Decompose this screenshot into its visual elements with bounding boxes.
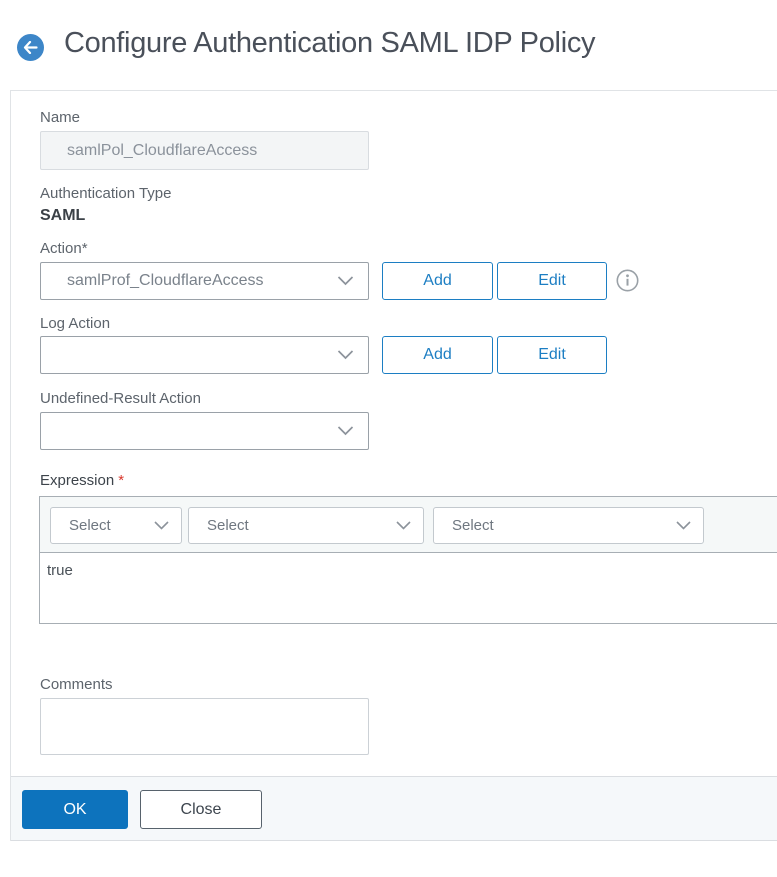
name-label: Name xyxy=(40,109,81,126)
required-asterisk: * xyxy=(118,472,125,489)
expression-toolbar: Select Select Select xyxy=(40,497,777,553)
undefined-result-action-label: Undefined-Result Action xyxy=(40,390,201,407)
expression-editor: Select Select Select true xyxy=(39,496,777,624)
log-action-add-button[interactable]: Add xyxy=(382,336,493,374)
authentication-type-label: Authentication Type xyxy=(40,185,172,202)
action-select-value: samlProf_CloudflareAccess xyxy=(67,272,264,289)
chevron-down-icon xyxy=(337,426,354,436)
back-button[interactable] xyxy=(17,34,44,61)
log-action-label: Log Action xyxy=(40,315,111,332)
expression-label: Expression * xyxy=(40,472,125,489)
name-input[interactable] xyxy=(40,131,369,170)
page-title: Configure Authentication SAML IDP Policy xyxy=(64,27,596,59)
action-edit-button[interactable]: Edit xyxy=(497,262,607,300)
undefined-result-action-select[interactable] xyxy=(40,412,369,450)
action-select[interactable]: samlProf_CloudflareAccess xyxy=(40,262,369,300)
expression-select-3[interactable]: Select xyxy=(433,507,704,544)
chevron-down-icon xyxy=(154,521,169,530)
comments-input[interactable] xyxy=(40,698,369,755)
chevron-down-icon xyxy=(676,521,691,530)
action-label: Action* xyxy=(40,240,88,257)
authentication-type-value: SAML xyxy=(40,207,86,224)
chevron-down-icon xyxy=(337,350,354,360)
expression-select-2[interactable]: Select xyxy=(188,507,424,544)
chevron-down-icon xyxy=(337,276,354,286)
back-arrow-icon xyxy=(23,41,38,54)
expression-input[interactable]: true xyxy=(40,554,777,623)
comments-label: Comments xyxy=(40,676,113,693)
log-action-edit-button[interactable]: Edit xyxy=(497,336,607,374)
chevron-down-icon xyxy=(396,521,411,530)
action-add-button[interactable]: Add xyxy=(382,262,493,300)
expression-select-1[interactable]: Select xyxy=(50,507,182,544)
ok-button[interactable]: OK xyxy=(22,790,128,829)
log-action-select[interactable] xyxy=(40,336,369,374)
info-icon[interactable] xyxy=(616,269,639,292)
configure-saml-idp-policy-page: Configure Authentication SAML IDP Policy… xyxy=(0,0,777,877)
close-button[interactable]: Close xyxy=(140,790,262,829)
